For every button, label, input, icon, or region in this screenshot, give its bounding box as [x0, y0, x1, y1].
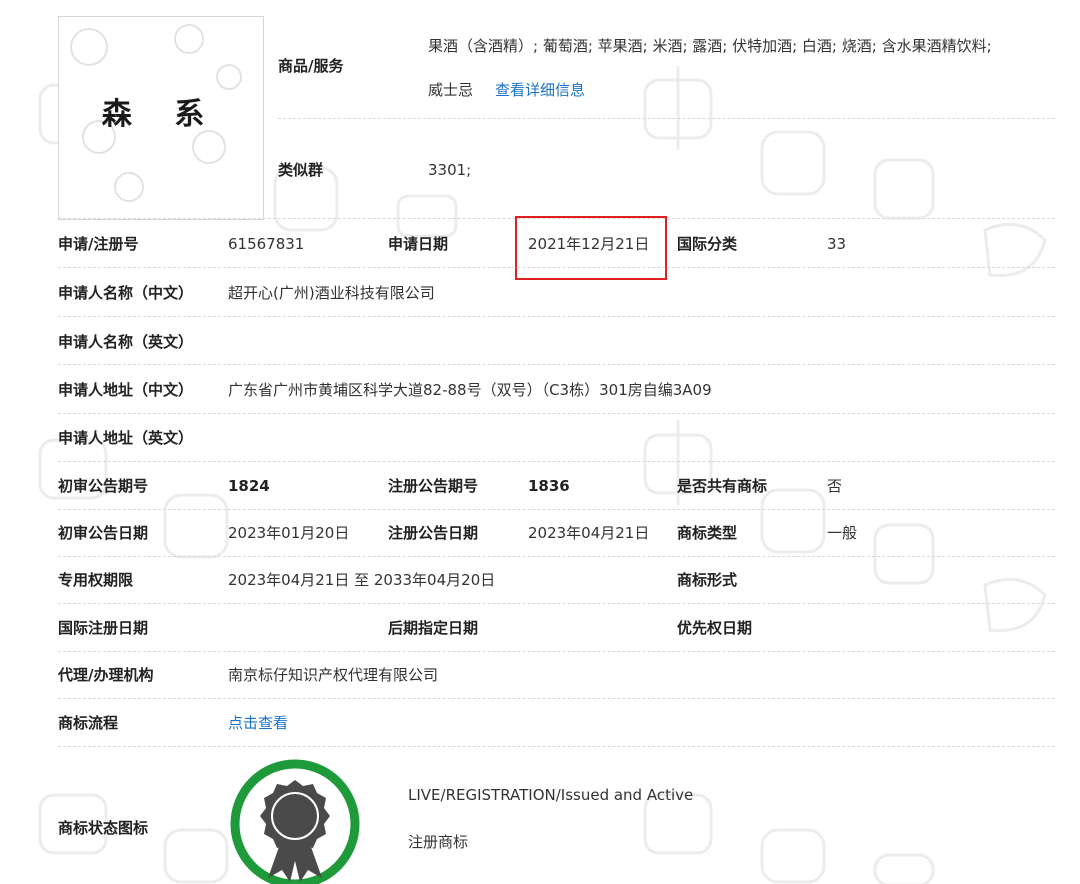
goods-services-line2: 威士忌 [428, 81, 474, 99]
reg-issue-value: 1836 [528, 477, 570, 495]
priority-date-label: 优先权日期 [677, 619, 753, 637]
shared-trademark-label: 是否共有商标 [677, 477, 768, 495]
reg-date-value: 2023年04月21日 [528, 524, 650, 542]
goods-services-label: 商品/服务 [278, 57, 344, 75]
highlight-box [515, 216, 667, 280]
applicant-address-cn-label: 申请人地址（中文） [58, 381, 194, 399]
prelim-issue-value: 1824 [228, 477, 270, 495]
intl-class-value: 33 [827, 235, 847, 253]
view-process-link[interactable]: 点击查看 [228, 713, 288, 733]
exclusive-term-value: 2023年04月21日 至 2033年04月20日 [228, 571, 496, 589]
similar-group-label: 类似群 [278, 161, 324, 179]
trademark-detail-page: 森 系 商品/服务 果酒（含酒精）; 葡萄酒; 苹果酒; 米酒; 露酒; 伏特加… [0, 0, 1080, 884]
status-text-cn: 注册商标 [408, 833, 469, 851]
prelim-date-value: 2023年01月20日 [228, 524, 350, 542]
divider [58, 364, 1055, 365]
shared-trademark-value: 否 [827, 477, 843, 495]
trademark-process-label: 商标流程 [58, 714, 119, 732]
divider [58, 698, 1055, 699]
view-details-link[interactable]: 查看详细信息 [495, 80, 585, 100]
reg-number-value: 61567831 [228, 235, 305, 253]
reg-date-label: 注册公告日期 [388, 524, 479, 542]
intl-reg-date-label: 国际注册日期 [58, 619, 149, 637]
intl-class-label: 国际分类 [677, 235, 738, 253]
application-date-label: 申请日期 [388, 235, 449, 253]
award-ribbon-icon [230, 759, 360, 884]
applicant-name-en-label: 申请人名称（英文） [58, 333, 194, 351]
divider [58, 267, 1055, 268]
trademark-logo-text: 森 系 [101, 97, 221, 132]
goods-services-line1: 果酒（含酒精）; 葡萄酒; 苹果酒; 米酒; 露酒; 伏特加酒; 白酒; 烧酒;… [428, 37, 992, 55]
divider [58, 746, 1055, 747]
trademark-form-label: 商标形式 [677, 571, 738, 589]
trademark-type-value: 一般 [827, 524, 858, 542]
divider [58, 651, 1055, 652]
trademark-type-label: 商标类型 [677, 524, 738, 542]
trademark-image: 森 系 [58, 16, 264, 220]
agent-value: 南京标仔知识产权代理有限公司 [228, 666, 439, 684]
applicant-address-en-label: 申请人地址（英文） [58, 429, 194, 447]
divider [278, 118, 1055, 119]
divider [58, 509, 1055, 510]
divider [58, 556, 1055, 557]
prelim-date-label: 初审公告日期 [58, 524, 149, 542]
divider [58, 413, 1055, 414]
later-designation-date-label: 后期指定日期 [388, 619, 479, 637]
applicant-name-cn-label: 申请人名称（中文） [58, 284, 194, 302]
similar-group-value: 3301; [428, 161, 472, 179]
status-text-en: LIVE/REGISTRATION/Issued and Active [408, 786, 694, 804]
exclusive-term-label: 专用权期限 [58, 571, 134, 589]
reg-number-label: 申请/注册号 [58, 235, 139, 253]
status-icon-label: 商标状态图标 [58, 819, 149, 837]
prelim-issue-label: 初审公告期号 [58, 477, 149, 495]
agent-label: 代理/办理机构 [58, 666, 154, 684]
divider [58, 603, 1055, 604]
applicant-address-cn-value: 广东省广州市黄埔区科学大道82-88号（双号）（C3栋）301房自编3A09 [228, 381, 712, 399]
divider [58, 461, 1055, 462]
applicant-name-cn-value: 超开心(广州)酒业科技有限公司 [228, 284, 435, 302]
reg-issue-label: 注册公告期号 [388, 477, 479, 495]
divider [58, 316, 1055, 317]
